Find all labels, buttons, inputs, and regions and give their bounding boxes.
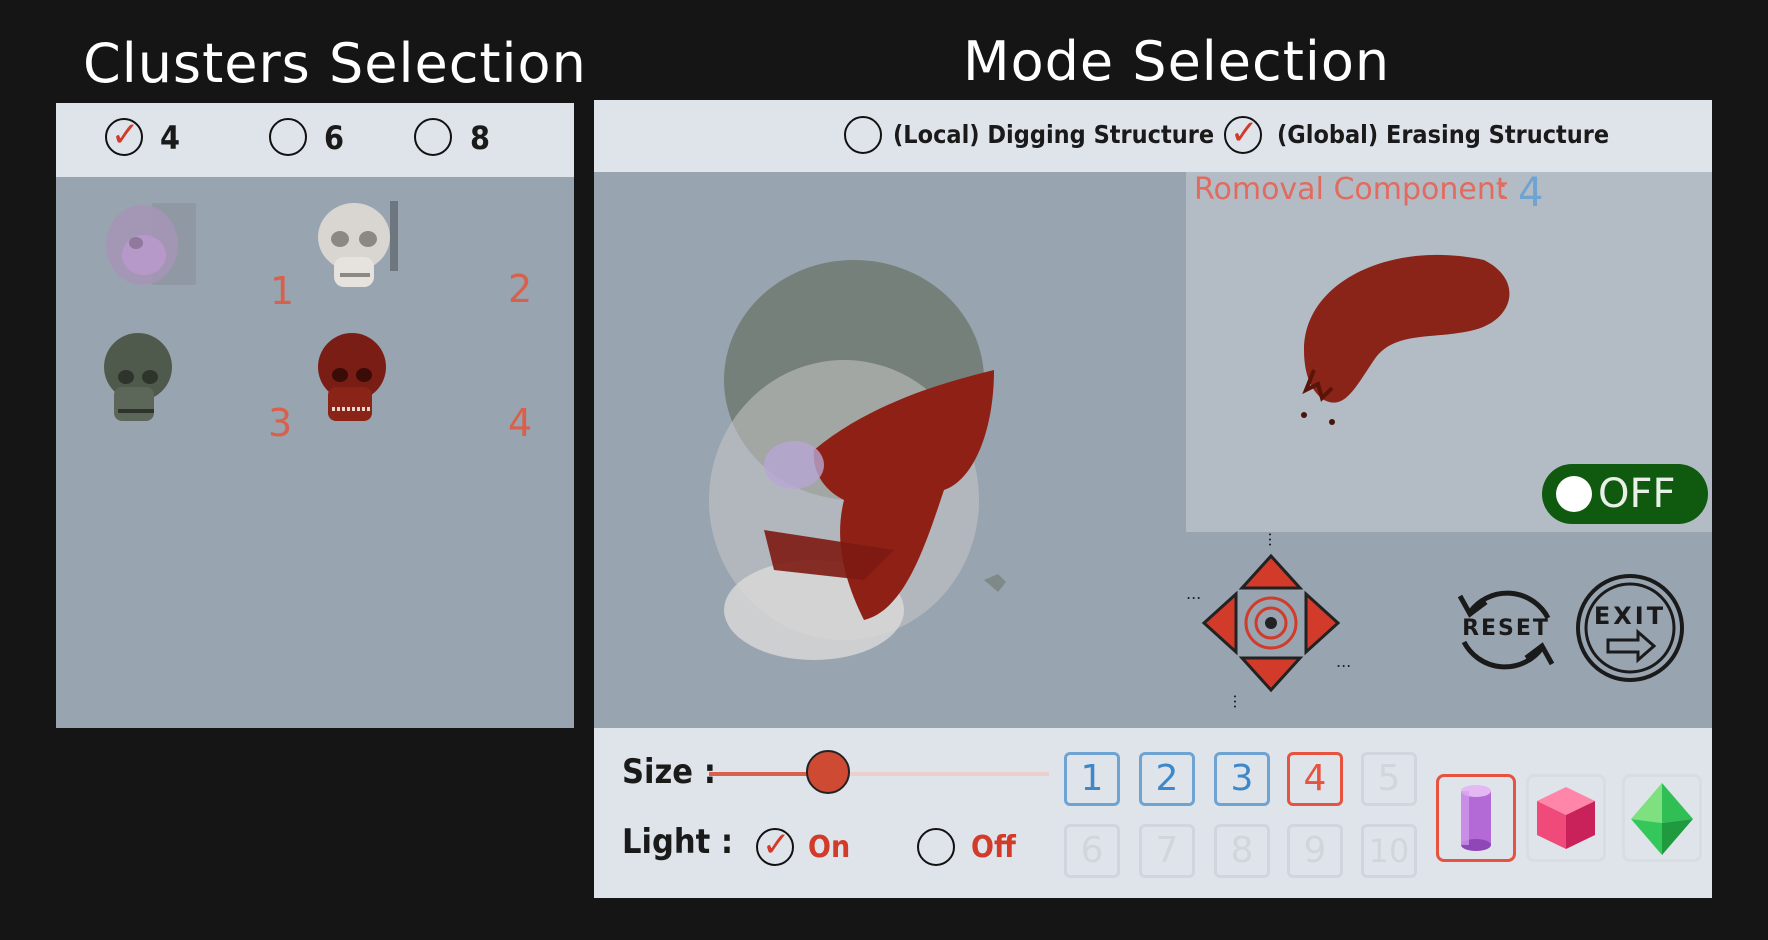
cluster-8-radio[interactable] [414, 118, 452, 156]
arrow-down-icon [1238, 656, 1304, 693]
dpad-up-ellipsis: ... [1265, 531, 1285, 548]
shape-button-cylinder[interactable] [1436, 774, 1516, 862]
light-off-label: Off [971, 830, 1016, 865]
dpad-right-ellipsis: ... [1336, 652, 1352, 671]
light-on-label: On [808, 830, 851, 865]
clusters-panel: ✓ 4 6 8 1 2 3 4 [56, 103, 574, 728]
cluster-4-number: 4 [508, 401, 533, 445]
size-label: Size : [622, 752, 716, 792]
cluster-8-label: 8 [470, 119, 491, 157]
reset-button[interactable]: RESET [1448, 572, 1564, 688]
cluster-4-radio[interactable]: ✓ [105, 118, 143, 156]
number-button-1[interactable]: 1 [1064, 752, 1120, 806]
size-slider[interactable] [709, 750, 1049, 794]
arrow-left-icon [1201, 590, 1238, 656]
global-erasing-radio[interactable]: ✓ [1224, 116, 1262, 154]
mode-selection-title: Mode Selection [963, 30, 1391, 93]
number-button-10[interactable]: 10 [1361, 824, 1417, 878]
cluster-2-thumbnail[interactable] [310, 197, 410, 307]
cluster-4-label: 4 [160, 119, 181, 157]
exit-label: EXIT [1593, 602, 1667, 630]
removal-component-separator: : [1498, 172, 1509, 207]
octahedron-icon [1631, 783, 1693, 855]
target-center-icon [1265, 617, 1277, 629]
toggle-knob [1556, 476, 1592, 512]
cube-icon [1537, 787, 1595, 849]
removed-component-render [1301, 254, 1510, 425]
global-erasing-label: (Global) Erasing Structure [1277, 120, 1610, 149]
light-label: Light : [622, 822, 734, 862]
cluster-3-number: 3 [268, 401, 293, 445]
cluster-2-number: 2 [508, 267, 533, 311]
cluster-3-thumbnail[interactable] [100, 331, 180, 431]
number-button-2[interactable]: 2 [1139, 752, 1195, 806]
mode-panel: (Local) Digging Structure ✓ (Global) Era… [594, 100, 1712, 898]
direction-pad[interactable] [1196, 548, 1346, 698]
clusters-selection-title: Clusters Selection [83, 32, 587, 95]
cluster-1-number: 1 [270, 269, 295, 313]
dpad-down-ellipsis: ... [1230, 693, 1250, 710]
off-toggle[interactable]: OFF [1542, 464, 1708, 524]
number-button-6[interactable]: 6 [1064, 824, 1120, 878]
shape-button-cube[interactable] [1526, 774, 1606, 862]
main-3d-skull-render[interactable] [694, 250, 1034, 670]
number-button-3[interactable]: 3 [1214, 752, 1270, 806]
cluster-6-label: 6 [324, 119, 345, 157]
dpad-left-ellipsis: ... [1186, 584, 1202, 603]
check-icon: ✓ [111, 115, 140, 155]
light-off-radio[interactable] [917, 828, 955, 866]
local-digging-radio[interactable] [844, 116, 882, 154]
local-digging-label: (Local) Digging Structure [893, 120, 1215, 149]
size-slider-knob[interactable] [806, 750, 850, 794]
check-icon: ✓ [1230, 113, 1259, 153]
number-button-5[interactable]: 5 [1361, 752, 1417, 806]
number-button-9[interactable]: 9 [1287, 824, 1343, 878]
toggle-label: OFF [1598, 471, 1676, 517]
exit-button[interactable]: EXIT [1574, 572, 1686, 684]
arrow-up-icon [1238, 553, 1304, 590]
cylinder-icon [1461, 785, 1491, 851]
cluster-4-thumbnail[interactable] [312, 331, 392, 431]
number-button-7[interactable]: 7 [1139, 824, 1195, 878]
removal-component-value: 4 [1518, 170, 1544, 216]
light-on-radio[interactable]: ✓ [756, 828, 794, 866]
reset-label: RESET [1462, 616, 1550, 641]
arrow-right-icon [1304, 590, 1341, 656]
shape-button-octahedron[interactable] [1622, 774, 1702, 862]
removal-component-label: Romoval Component [1194, 172, 1508, 207]
cluster-6-radio[interactable] [269, 118, 307, 156]
number-button-4[interactable]: 4 [1287, 752, 1343, 806]
number-button-8[interactable]: 8 [1214, 824, 1270, 878]
check-icon: ✓ [762, 825, 791, 865]
cluster-1-thumbnail[interactable] [100, 197, 212, 307]
